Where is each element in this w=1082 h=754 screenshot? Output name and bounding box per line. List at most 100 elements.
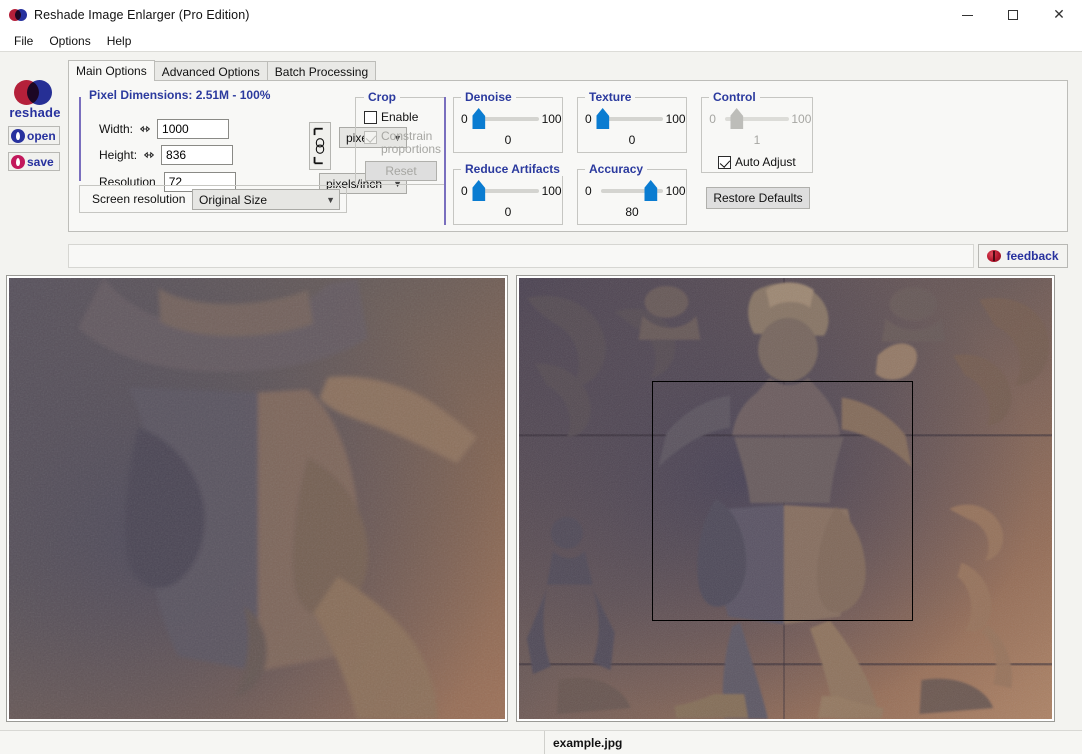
menu-item-help[interactable]: Help xyxy=(99,32,140,50)
status-filename: example.jpg xyxy=(553,735,623,750)
denoise-slider[interactable] xyxy=(472,108,540,129)
denoise-legend: Denoise xyxy=(461,90,516,104)
crop-legend: Crop xyxy=(364,90,400,104)
checkbox-checked-icon-2 xyxy=(718,155,731,169)
control-legend: Control xyxy=(709,90,760,104)
open-button[interactable]: open xyxy=(8,126,60,145)
control-min: 0 xyxy=(709,112,716,126)
section-divider xyxy=(444,97,446,225)
reduce-artifacts-max: 100 xyxy=(541,184,562,198)
reduce-artifacts-slider[interactable] xyxy=(472,180,540,201)
reduce-artifacts-group: Reduce Artifacts 0 100 0 xyxy=(453,162,564,225)
full-image xyxy=(519,278,1052,719)
denoise-min: 0 xyxy=(461,112,468,126)
save-button-label: save xyxy=(27,154,54,169)
save-button[interactable]: save xyxy=(8,152,60,171)
status-bar: example.jpg xyxy=(0,730,1082,754)
tab-batch-processing[interactable]: Batch Processing xyxy=(266,61,377,81)
screen-resolution-value: Original Size xyxy=(199,192,268,207)
brand-name: reshade xyxy=(9,105,61,120)
denoise-group: Denoise 0 100 0 xyxy=(453,90,563,153)
width-input[interactable] xyxy=(157,119,230,139)
accuracy-value: 80 xyxy=(625,205,639,219)
close-button[interactable]: ✕ xyxy=(1036,0,1082,30)
maximize-button[interactable] xyxy=(990,0,1036,30)
constrain-label-line2: proportions xyxy=(381,142,442,156)
chevron-down-icon-3: ▼ xyxy=(326,194,335,205)
checkbox-checked-icon xyxy=(364,131,377,144)
accuracy-slider-thumb[interactable] xyxy=(644,180,658,201)
denoise-value: 0 xyxy=(504,133,512,147)
reduce-artifacts-value: 0 xyxy=(504,205,512,219)
texture-min: 0 xyxy=(585,112,592,126)
control-value: 1 xyxy=(753,133,761,147)
left-rail: reshade open save xyxy=(0,53,66,231)
status-message-bar xyxy=(68,244,974,268)
open-icon xyxy=(11,128,25,143)
resample-link-icon xyxy=(139,125,151,133)
ladybug-icon xyxy=(987,250,1002,262)
width-label: Width: xyxy=(99,122,134,136)
open-button-label: open xyxy=(27,128,56,143)
texture-group: Texture 0 100 0 xyxy=(577,90,687,153)
crop-group: Crop Enable Constrain proportions Reset xyxy=(355,90,445,185)
menu-item-file[interactable]: File xyxy=(6,32,41,50)
application-window: Reshade Image Enlarger (Pro Edition) ✕ F… xyxy=(0,0,1082,754)
restore-defaults-button[interactable]: Restore Defaults xyxy=(706,187,810,209)
constrain-link-icon[interactable] xyxy=(309,122,331,170)
accuracy-max: 100 xyxy=(665,184,686,198)
accuracy-min: 0 xyxy=(585,184,592,198)
accuracy-group: Accuracy 0 100 80 xyxy=(577,162,687,225)
crop-enable-checkbox[interactable]: Enable xyxy=(364,110,418,124)
screen-resolution-group: Screen resolution Original Size ▼ xyxy=(79,185,347,213)
feedback-label: feedback xyxy=(1006,249,1059,263)
tab-strip: Main Options Advanced Options Batch Proc… xyxy=(68,60,377,81)
tab-main-options[interactable]: Main Options xyxy=(68,60,155,81)
tab-advanced-options[interactable]: Advanced Options xyxy=(153,61,268,81)
screen-resolution-select[interactable]: Original Size ▼ xyxy=(192,189,340,210)
reshade-logo-icon xyxy=(10,80,60,105)
zoomed-detail-image xyxy=(9,278,505,719)
auto-adjust-label: Auto Adjust xyxy=(735,155,796,169)
texture-value: 0 xyxy=(628,133,636,147)
control-max: 100 xyxy=(791,112,812,126)
status-cell-left xyxy=(0,730,545,754)
app-logo-icon xyxy=(9,8,27,22)
window-title: Reshade Image Enlarger (Pro Edition) xyxy=(34,8,250,22)
pixel-dimensions-group: Pixel Dimensions: 2.51M - 100% Width: He… xyxy=(79,88,407,194)
accuracy-legend: Accuracy xyxy=(585,162,648,176)
crop-reset-button: Reset xyxy=(365,161,437,181)
full-image-preview-panel[interactable] xyxy=(516,275,1055,722)
minimize-button[interactable] xyxy=(944,0,990,30)
pixel-dimensions-legend: Pixel Dimensions: 2.51M - 100% xyxy=(85,88,275,102)
main-options-panel: Pixel Dimensions: 2.51M - 100% Width: He… xyxy=(68,80,1068,232)
checkbox-icon xyxy=(364,110,377,124)
reduce-artifacts-legend: Reduce Artifacts xyxy=(461,162,564,176)
full-image-canvas xyxy=(519,278,1052,719)
texture-max: 100 xyxy=(665,112,686,126)
menu-item-options[interactable]: Options xyxy=(41,32,98,50)
height-input[interactable] xyxy=(161,145,234,165)
denoise-max: 100 xyxy=(541,112,562,126)
control-slider-thumb xyxy=(730,108,744,129)
texture-slider[interactable] xyxy=(596,108,664,129)
feedback-button[interactable]: feedback xyxy=(978,244,1068,268)
height-label: Height: xyxy=(99,148,138,162)
brand-block: reshade xyxy=(9,80,61,120)
window-controls: ✕ xyxy=(944,0,1082,30)
control-slider xyxy=(725,108,789,129)
menu-bar: File Options Help xyxy=(0,30,1082,52)
auto-adjust-checkbox[interactable]: Auto Adjust xyxy=(718,155,796,169)
save-icon xyxy=(11,154,25,169)
screen-resolution-label: Screen resolution xyxy=(92,192,186,206)
zoomed-detail-preview-panel[interactable] xyxy=(6,275,508,722)
control-group: Control 0 100 1 Auto Adjust xyxy=(701,90,813,173)
constrain-proportions-checkbox: Constrain proportions xyxy=(364,130,441,156)
accuracy-slider[interactable] xyxy=(600,180,664,201)
resample-link-icon-2 xyxy=(143,151,155,159)
crop-enable-label: Enable xyxy=(381,110,419,124)
constrain-label-line1: Constrain xyxy=(381,129,433,143)
texture-legend: Texture xyxy=(585,90,636,104)
zoomed-detail-canvas xyxy=(9,278,505,719)
title-bar: Reshade Image Enlarger (Pro Edition) ✕ xyxy=(0,0,1082,30)
